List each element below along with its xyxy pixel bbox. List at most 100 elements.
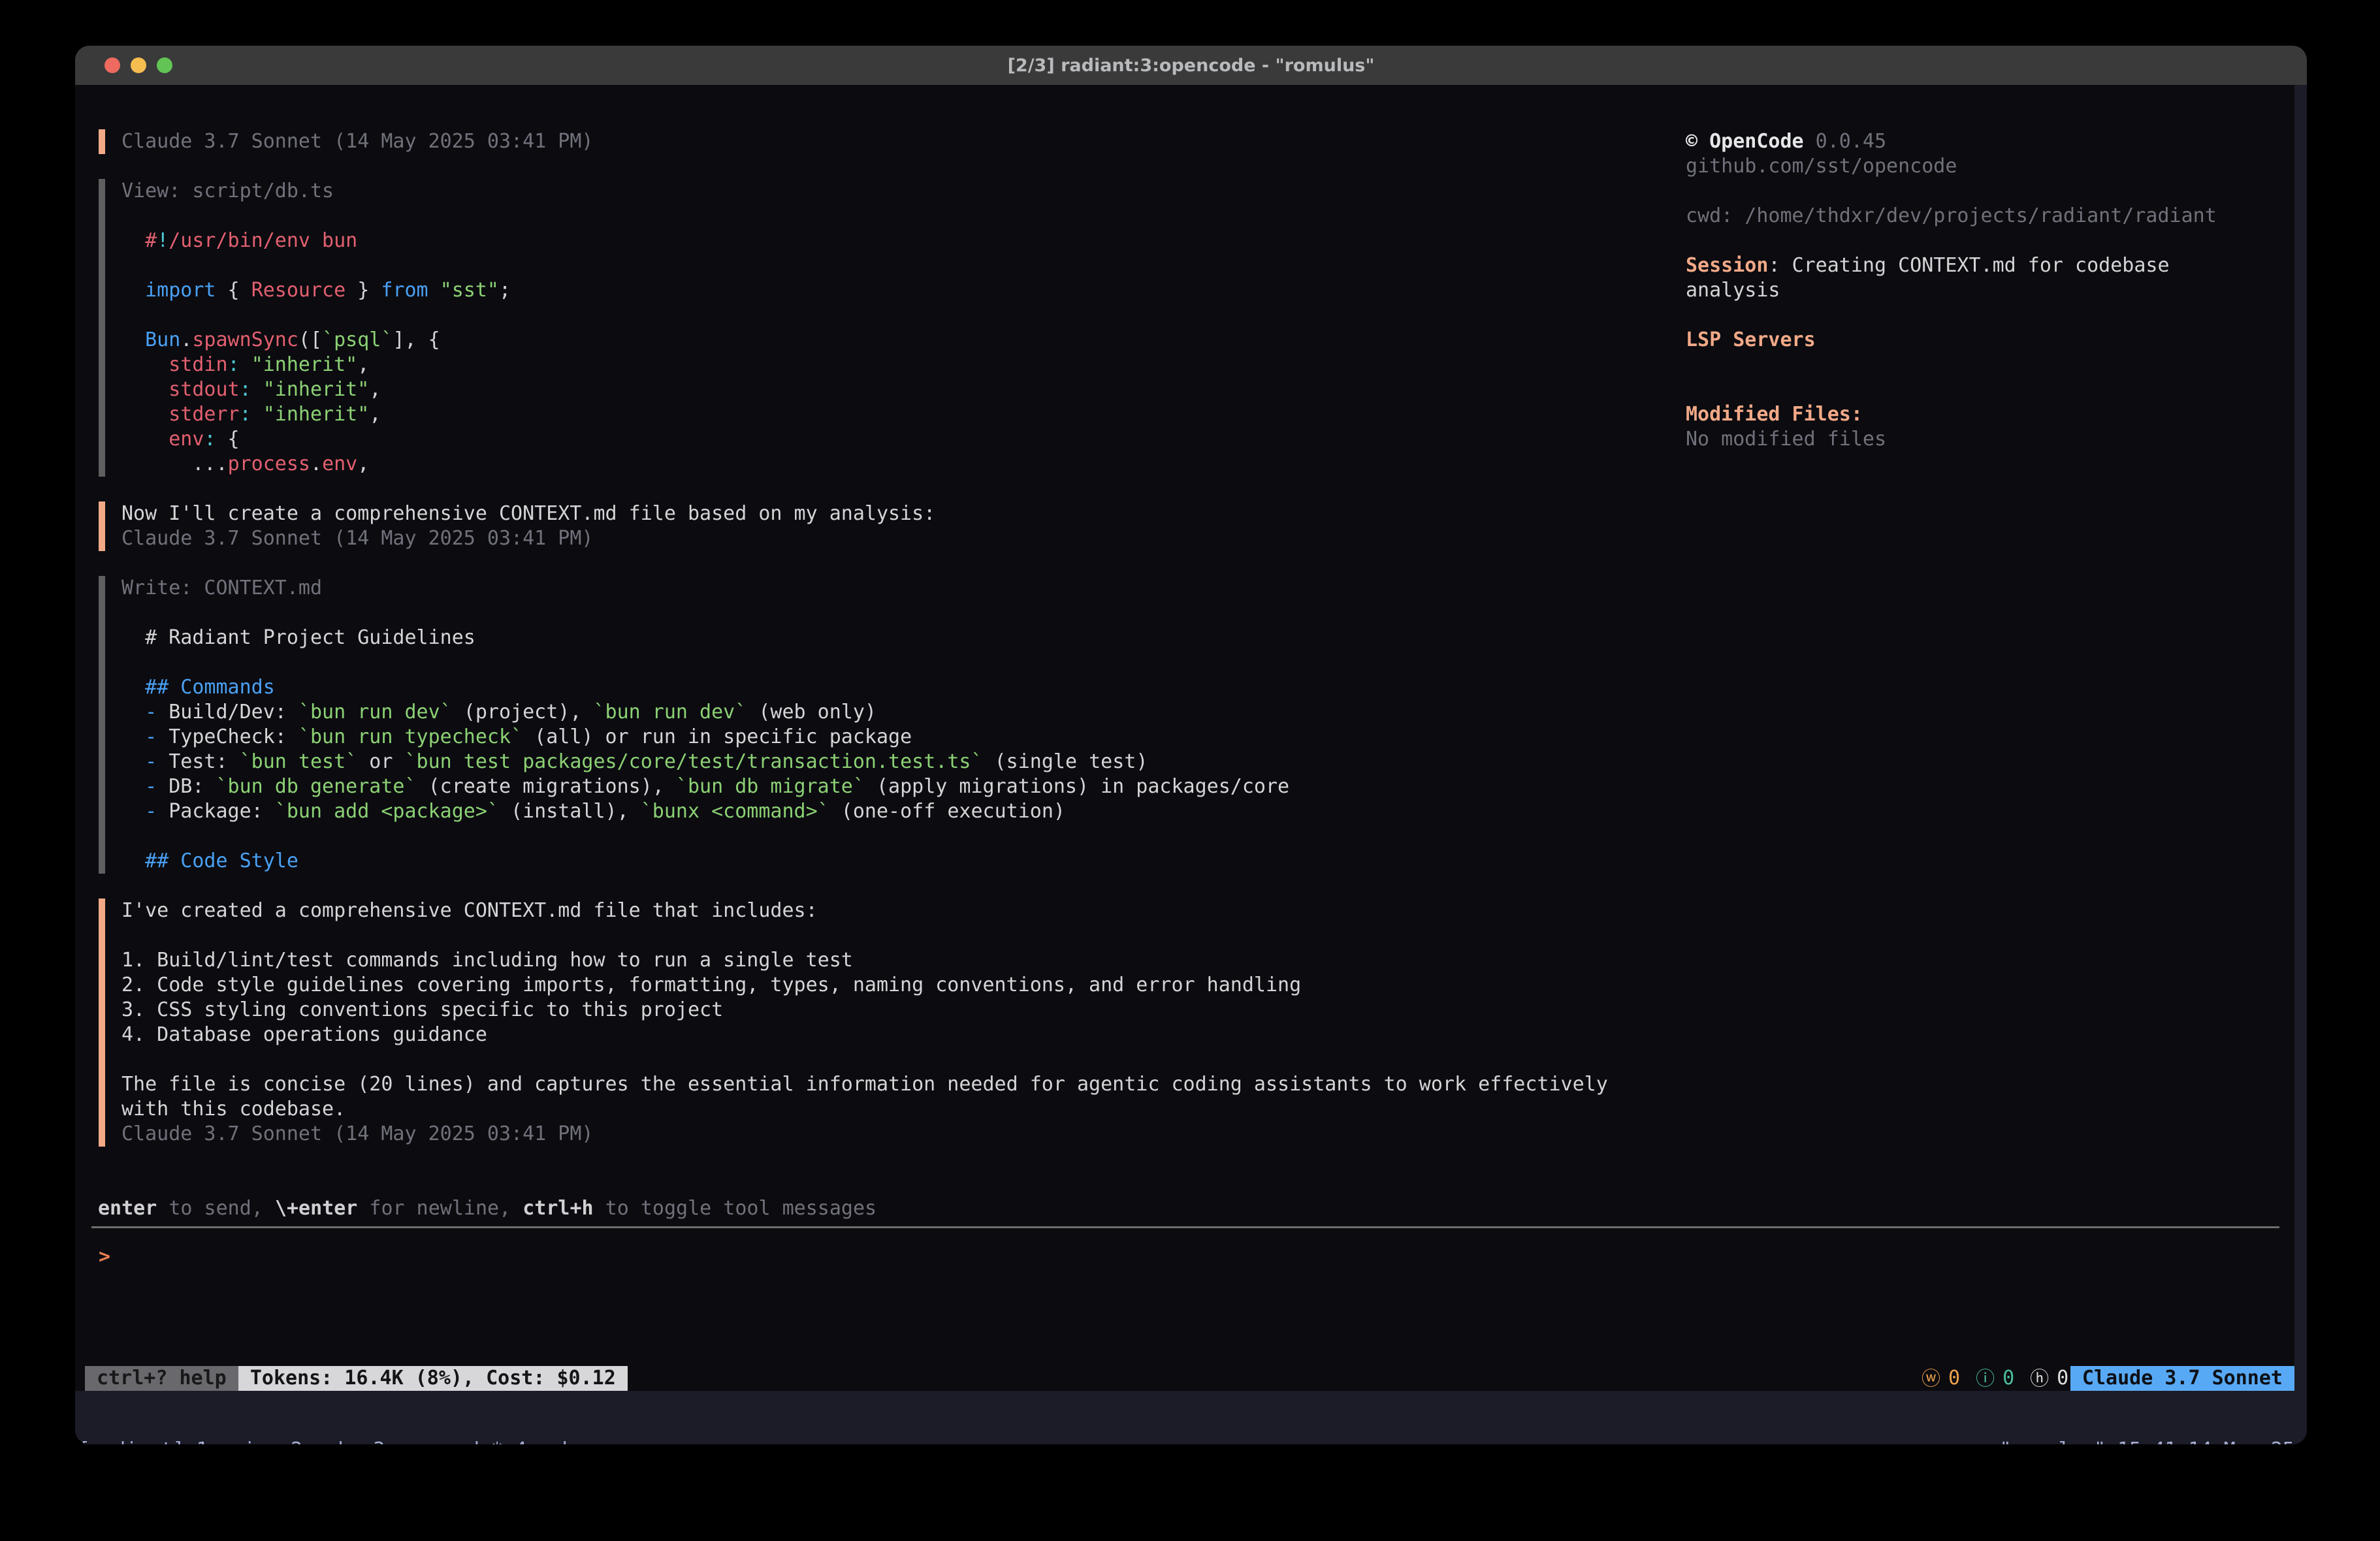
text-line: - Test: `bun test` or `bun test packages…: [121, 750, 1289, 774]
text-segment: Bun: [145, 328, 180, 351]
text-segment: No modified files: [1686, 428, 1886, 451]
text-line: env: {: [121, 427, 511, 452]
text-line: [121, 1047, 1608, 1072]
text-line: [121, 923, 1608, 948]
hint-segment: to toggle tool messages: [594, 1197, 876, 1220]
text-segment: [121, 775, 145, 798]
text-line: import { Resource } from "sst";: [121, 278, 511, 303]
tokens-cost-badge: Tokens: 16.4K (8%), Cost: $0.12: [238, 1366, 628, 1391]
text-segment: (one-off execution): [829, 800, 1065, 823]
text-segment: stdin: [169, 353, 227, 376]
text-segment: Write: CONTEXT.md: [121, 577, 322, 599]
text-line: 1. Build/lint/test commands including ho…: [121, 948, 1608, 973]
text-line: [1686, 353, 2217, 377]
prompt-input[interactable]: >: [99, 1245, 110, 1269]
tmux-statusbar: [radiant] 1:nvim 2:zsh- 3:opencode* 4:zs…: [75, 1430, 2307, 1444]
terminal-window: [2/3] radiant:3:opencode - "romulus" Cla…: [75, 46, 2307, 1444]
text-segment: (install),: [499, 800, 641, 823]
text-segment: [121, 701, 145, 723]
text-line: View: script/db.ts: [121, 179, 511, 204]
text-segment: # Radiant Project Guidelines: [121, 626, 475, 649]
tmux-window-list[interactable]: [radiant] 1:nvim 2:zsh- 3:opencode* 4:zs…: [78, 1438, 574, 1444]
text-segment: OpenCode: [1709, 130, 1804, 153]
text-segment: ([: [298, 328, 322, 351]
text-segment: :: [240, 378, 251, 401]
text-segment: `bun run dev`: [594, 701, 747, 723]
tool-write-block: Write: CONTEXT.md # Radiant Project Guid…: [99, 576, 1289, 874]
tmux-session-clock: "romulus" 15:41 14-May-25: [1999, 1438, 2294, 1444]
text-segment: with this codebase.: [121, 1098, 346, 1120]
text-segment: or: [357, 750, 404, 773]
text-segment: (web only): [747, 701, 876, 723]
text-segment: import: [145, 279, 216, 302]
text-segment: :: [228, 353, 240, 376]
help-shortcut-badge[interactable]: ctrl+? help: [85, 1366, 238, 1391]
text-segment: TypeCheck:: [157, 725, 298, 748]
text-segment: [121, 800, 145, 823]
text-line: No modified files: [1686, 427, 2217, 452]
text-segment: "sst": [440, 279, 499, 302]
info-value: 0: [2002, 1366, 2014, 1391]
text-segment: analysis: [1686, 279, 1780, 302]
text-segment: [251, 378, 263, 401]
text-line: with this codebase.: [121, 1097, 1608, 1122]
text-segment: Now I'll create a comprehensive CONTEXT.…: [121, 502, 935, 525]
text-segment: spawnSync: [192, 328, 298, 351]
text-line: © OpenCode 0.0.45: [1686, 129, 2217, 154]
text-segment: (all) or run in specific package: [523, 725, 912, 748]
text-segment: Claude 3.7 Sonnet (14 May 2025 03:41 PM): [121, 527, 593, 550]
hints-count: ⓗ0: [2030, 1366, 2068, 1391]
text-segment: (create migrations),: [417, 775, 676, 798]
text-segment: ], {: [393, 328, 440, 351]
text-segment: }: [346, 279, 381, 302]
text-line: Claude 3.7 Sonnet (14 May 2025 03:41 PM): [121, 129, 593, 154]
text-segment: {: [216, 428, 240, 451]
text-segment: [121, 229, 145, 252]
text-segment: process: [228, 453, 310, 475]
text-segment: !: [157, 229, 169, 252]
text-segment: ## Code Style: [121, 850, 298, 872]
hint-segment: to send,: [157, 1197, 275, 1220]
hints-icon: ⓗ: [2030, 1366, 2049, 1391]
text-line: The file is concise (20 lines) and captu…: [121, 1072, 1608, 1097]
text-segment: [428, 279, 440, 302]
text-line: stdout: "inherit",: [121, 377, 511, 402]
text-line: ## Code Style: [121, 849, 1289, 874]
text-segment: Test:: [157, 750, 239, 773]
text-segment: [121, 403, 169, 426]
text-segment: `bun add <package>`: [275, 800, 499, 823]
text-segment: The file is concise (20 lines) and captu…: [121, 1073, 1608, 1096]
text-line: Modified Files:: [1686, 402, 2217, 427]
text-segment: cwd: /home/thdxr/dev/projects/radiant/ra…: [1686, 204, 2217, 227]
text-line: - Package: `bun add <package>` (install)…: [121, 799, 1289, 824]
text-segment: ,: [357, 453, 369, 475]
window-title: [2/3] radiant:3:opencode - "romulus": [75, 46, 2307, 85]
text-segment: :: [204, 428, 216, 451]
session-sidebar: © OpenCode 0.0.45github.com/sst/opencode…: [1686, 129, 2217, 452]
text-segment: `psql`: [322, 328, 393, 351]
text-line: Now I'll create a comprehensive CONTEXT.…: [121, 501, 935, 526]
text-segment: 3. CSS styling conventions specific to t…: [121, 998, 723, 1021]
text-line: analysis: [1686, 278, 2217, 303]
assistant-message: I've created a comprehensive CONTEXT.md …: [99, 898, 1608, 1147]
tool-view-block: View: script/db.ts #!/usr/bin/env bun im…: [99, 179, 511, 477]
text-line: Claude 3.7 Sonnet (14 May 2025 03:41 PM): [121, 1122, 1608, 1147]
text-segment: ©: [1686, 130, 1709, 153]
warnings-icon: ⓦ: [1922, 1366, 1940, 1391]
text-segment: -: [145, 800, 157, 823]
text-segment: 4. Database operations guidance: [121, 1023, 487, 1046]
text-segment: ,: [357, 353, 369, 376]
opencode-statusbar: ctrl+? help Tokens: 16.4K (8%), Cost: $0…: [75, 1366, 2294, 1391]
text-segment: Build/Dev:: [157, 701, 298, 723]
model-badge[interactable]: Claude 3.7 Sonnet: [2070, 1366, 2294, 1391]
text-segment: [121, 328, 145, 351]
text-segment: "inherit": [263, 403, 370, 426]
warnings-count: ⓦ0: [1922, 1366, 1960, 1391]
text-segment: [121, 428, 169, 451]
text-segment: github.com/sst/opencode: [1686, 155, 1957, 178]
text-segment: [121, 353, 169, 376]
text-segment: {: [216, 279, 251, 302]
window-titlebar[interactable]: [2/3] radiant:3:opencode - "romulus": [75, 46, 2307, 85]
text-segment: .: [310, 453, 322, 475]
text-segment: I've created a comprehensive CONTEXT.md …: [121, 899, 818, 922]
